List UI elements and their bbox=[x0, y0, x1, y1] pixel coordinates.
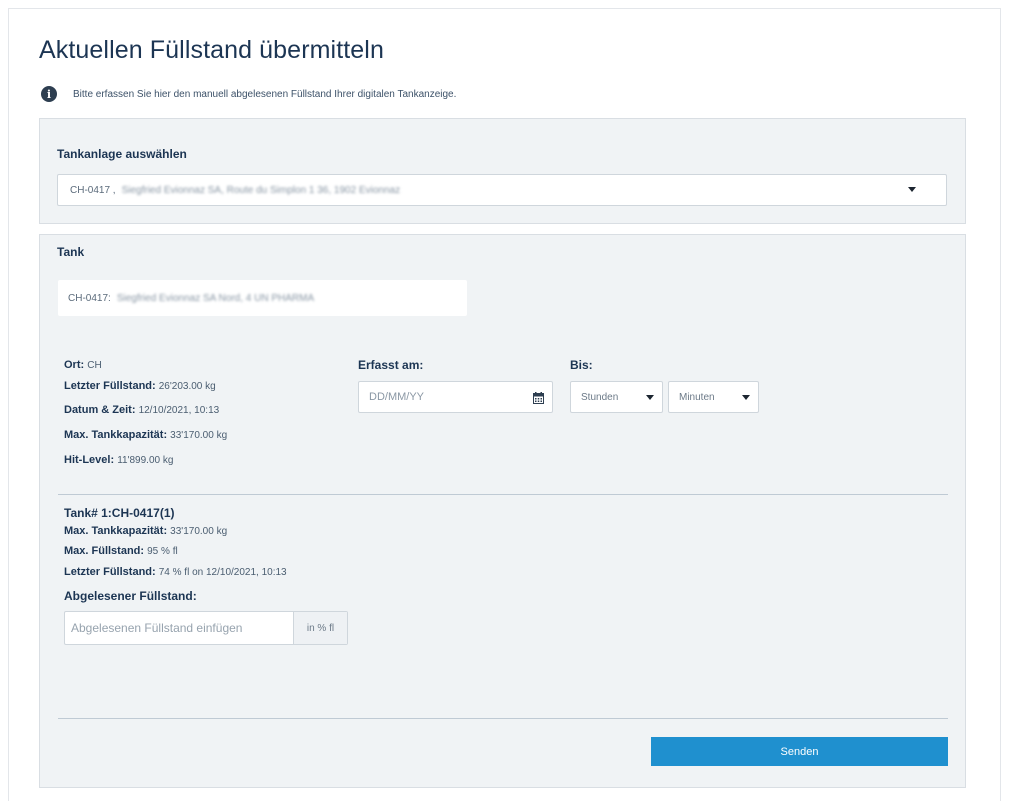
tank-plant-address: Siegfried Evionnaz SA, Route du Simplon … bbox=[121, 184, 401, 196]
tank-panel: Tank CH-0417: Siegfried Evionnaz SA Nord… bbox=[39, 234, 966, 788]
info-row: i Bitte erfassen Sie hier den manuell ab… bbox=[41, 86, 456, 102]
minutes-select[interactable]: Minuten bbox=[668, 381, 759, 413]
date-placeholder: DD/MM/YY bbox=[369, 391, 424, 403]
send-button[interactable]: Senden bbox=[651, 737, 948, 766]
until-label: Bis: bbox=[570, 358, 593, 372]
chevron-down-icon bbox=[908, 187, 916, 192]
detail-date-time: Datum & Zeit: 12/10/2021, 10:13 bbox=[64, 404, 220, 416]
tank-plant-panel: Tankanlage auswählen CH-0417 , Siegfried… bbox=[39, 118, 966, 224]
date-input[interactable]: DD/MM/YY bbox=[358, 381, 553, 413]
tank-name-code: CH-0417: bbox=[68, 292, 111, 304]
reading-label: Abgelesener Füllstand: bbox=[64, 589, 197, 603]
hours-select-value: Stunden bbox=[581, 391, 619, 403]
captured-label: Erfasst am: bbox=[358, 358, 424, 372]
minutes-select-value: Minuten bbox=[679, 391, 715, 403]
reading-input-group: in % fl bbox=[64, 611, 348, 645]
tank-name-field: CH-0417: Siegfried Evionnaz SA Nord, 4 U… bbox=[58, 280, 467, 316]
tank-plant-select[interactable]: CH-0417 , Siegfried Evionnaz SA, Route d… bbox=[57, 174, 947, 206]
tank-item-max-level: Max. Füllstand: 95 % fl bbox=[64, 545, 178, 557]
reading-unit: in % fl bbox=[293, 612, 347, 644]
detail-hit-level: Hit-Level: 11'899.00 kg bbox=[64, 454, 174, 466]
tank-plant-label: Tankanlage auswählen bbox=[57, 147, 187, 161]
detail-max-capacity: Max. Tankkapazität: 33'170.00 kg bbox=[64, 429, 228, 441]
divider-bottom bbox=[58, 718, 948, 719]
detail-location: Ort: CH bbox=[64, 359, 102, 371]
tank-item-last-level: Letzter Füllstand: 74 % fl on 12/10/2021… bbox=[64, 566, 287, 578]
chevron-down-icon bbox=[646, 395, 654, 400]
divider bbox=[58, 494, 948, 495]
info-text: Bitte erfassen Sie hier den manuell abge… bbox=[73, 88, 457, 100]
tank-plant-code: CH-0417 , bbox=[70, 184, 116, 196]
hours-select[interactable]: Stunden bbox=[570, 381, 663, 413]
calendar-icon[interactable] bbox=[533, 392, 544, 404]
detail-last-level: Letzter Füllstand: 26'203.00 kg bbox=[64, 380, 216, 392]
tank-name-detail: Siegfried Evionnaz SA Nord, 4 UN PHARMA bbox=[116, 292, 315, 304]
chevron-down-icon bbox=[742, 395, 750, 400]
reading-input[interactable] bbox=[65, 612, 293, 644]
tank-label: Tank bbox=[57, 245, 85, 259]
info-icon: i bbox=[41, 86, 57, 102]
tank-item-max-capacity: Max. Tankkapazität: 33'170.00 kg bbox=[64, 525, 228, 537]
page-title: Aktuellen Füllstand übermitteln bbox=[39, 36, 384, 64]
tank-item-title: Tank# 1:CH-0417(1) bbox=[64, 506, 175, 520]
